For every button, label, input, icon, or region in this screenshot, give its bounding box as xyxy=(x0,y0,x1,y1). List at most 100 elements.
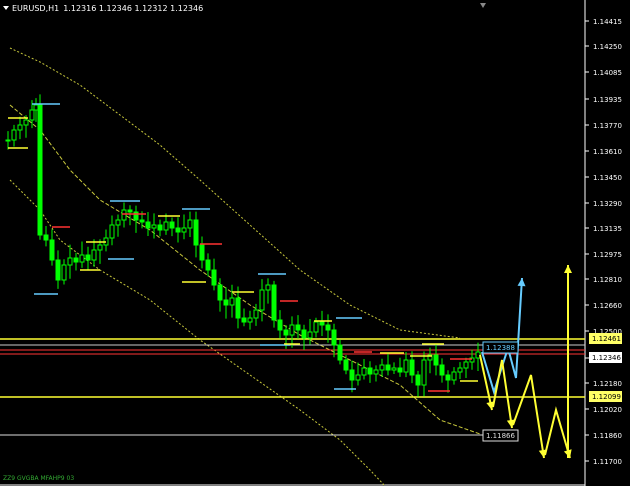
candle-body xyxy=(11,129,17,141)
candle-body xyxy=(23,119,29,126)
candle-body xyxy=(133,211,139,221)
candle-body xyxy=(205,259,211,271)
candle-body xyxy=(457,367,463,373)
candle-body xyxy=(343,359,349,371)
candle-body xyxy=(253,309,259,319)
price-axis-label: 1.12975 xyxy=(593,251,622,259)
candle-body xyxy=(289,324,295,336)
candle-body xyxy=(301,329,307,339)
candle-body xyxy=(403,359,409,373)
candle-body xyxy=(265,284,271,291)
candle-body xyxy=(223,299,229,306)
price-tag-label: 1.12346 xyxy=(592,354,621,362)
candle-body xyxy=(163,221,169,231)
price-axis-label: 1.11700 xyxy=(593,458,622,466)
candle-body xyxy=(421,359,427,386)
price-axis-label: 1.13770 xyxy=(593,122,622,130)
candle-body xyxy=(79,254,85,263)
price-tag-label: 1.12099 xyxy=(592,393,621,401)
candle-body xyxy=(349,369,355,381)
candle-body xyxy=(367,367,373,375)
candle-body xyxy=(139,219,145,223)
candle-body xyxy=(337,344,343,361)
candle-body xyxy=(379,364,385,371)
price-axis-label: 1.11860 xyxy=(593,432,622,440)
price-axis-label: 1.12180 xyxy=(593,380,622,388)
candle-body xyxy=(43,234,49,241)
candle-body xyxy=(319,321,325,326)
candle-body xyxy=(157,224,163,231)
scroll-marker-icon[interactable] xyxy=(480,3,486,8)
candle-body xyxy=(17,124,23,131)
candle-body xyxy=(313,321,319,333)
price-axis-label: 1.12810 xyxy=(593,276,622,284)
candle-body xyxy=(73,257,79,263)
candle-body xyxy=(247,317,253,323)
chart-window[interactable]: 1.14415 1.14250 1.14085 1.13935 1.13770 1.136… xyxy=(0,0,630,486)
candle-body xyxy=(37,104,43,236)
chart-title-bar: EURUSD,H1 1.12316 1.12346 1.12312 1.12346 xyxy=(3,4,203,13)
candle-body xyxy=(325,324,331,331)
price-axis-label: 1.14415 xyxy=(593,18,622,26)
price-tag-label: 1.12388 xyxy=(486,344,515,352)
candle-body xyxy=(355,374,361,381)
candle-body xyxy=(277,319,283,331)
projection-arrow-yellow-3[interactable] xyxy=(512,374,545,459)
price-axis-label: 1.13935 xyxy=(593,96,622,104)
candle-body xyxy=(55,259,61,281)
candle-body xyxy=(373,369,379,375)
symbol-label: EURUSD,H1 xyxy=(12,4,60,13)
candle-body xyxy=(307,331,313,339)
candle-body xyxy=(5,139,11,142)
candle-body xyxy=(271,284,277,321)
candle-body xyxy=(283,329,289,336)
price-tag-label: 1.11866 xyxy=(486,432,515,440)
candle-body xyxy=(145,221,151,229)
candle-body xyxy=(259,289,265,311)
price-tag-label: 1.12461 xyxy=(592,335,621,343)
candle-body xyxy=(217,284,223,301)
candle-body xyxy=(433,354,439,366)
projection-arrow-yellow-2[interactable] xyxy=(492,359,513,429)
price-chart[interactable]: 1.14415 1.14250 1.14085 1.13935 1.13770 1.136… xyxy=(0,0,630,486)
candle-body xyxy=(331,329,337,346)
candle-body xyxy=(439,364,445,376)
candle-body xyxy=(361,367,367,376)
price-axis-label: 1.13450 xyxy=(593,174,622,182)
candle-body xyxy=(151,224,157,229)
candle-body xyxy=(175,227,181,233)
dropdown-arrow-icon[interactable] xyxy=(3,6,9,10)
candle-body xyxy=(235,297,241,319)
candle-body xyxy=(409,359,415,376)
price-axis-label: 1.14085 xyxy=(593,69,622,77)
price-axis-label: 1.12660 xyxy=(593,302,622,310)
candle-body xyxy=(391,367,397,371)
candle-body xyxy=(385,364,391,371)
candle-body xyxy=(91,249,97,261)
projection-arrow-cyan[interactable] xyxy=(481,277,523,396)
candle-body xyxy=(445,374,451,381)
ohlc-readout: 1.12316 1.12346 1.12312 1.12346 xyxy=(63,4,204,13)
candle-body xyxy=(211,269,217,286)
candle-body xyxy=(97,244,103,251)
price-axis-label: 1.13610 xyxy=(593,148,622,156)
price-axis-label: 1.14250 xyxy=(593,43,622,51)
candle-body xyxy=(397,367,403,373)
candle-body xyxy=(199,244,205,261)
candle-body xyxy=(463,361,469,369)
candle-body xyxy=(451,371,457,381)
candle-body xyxy=(229,297,235,306)
candle-body xyxy=(415,374,421,386)
candle-body xyxy=(475,351,481,359)
candle-body xyxy=(169,221,175,229)
candle-body xyxy=(241,317,247,323)
price-axis-label: 1.13290 xyxy=(593,200,622,208)
candle-body xyxy=(67,257,73,266)
candle-body xyxy=(29,109,35,121)
indicator-footer: ZZ9 GVGBA MFAHP9 03 xyxy=(3,475,75,482)
candle-body xyxy=(115,219,121,226)
candle-body xyxy=(295,324,301,331)
candle-body xyxy=(121,209,127,221)
projection-arrow-cyan-head-icon xyxy=(517,278,526,287)
projection-arrow-yellow-5-head-icon xyxy=(564,265,572,273)
